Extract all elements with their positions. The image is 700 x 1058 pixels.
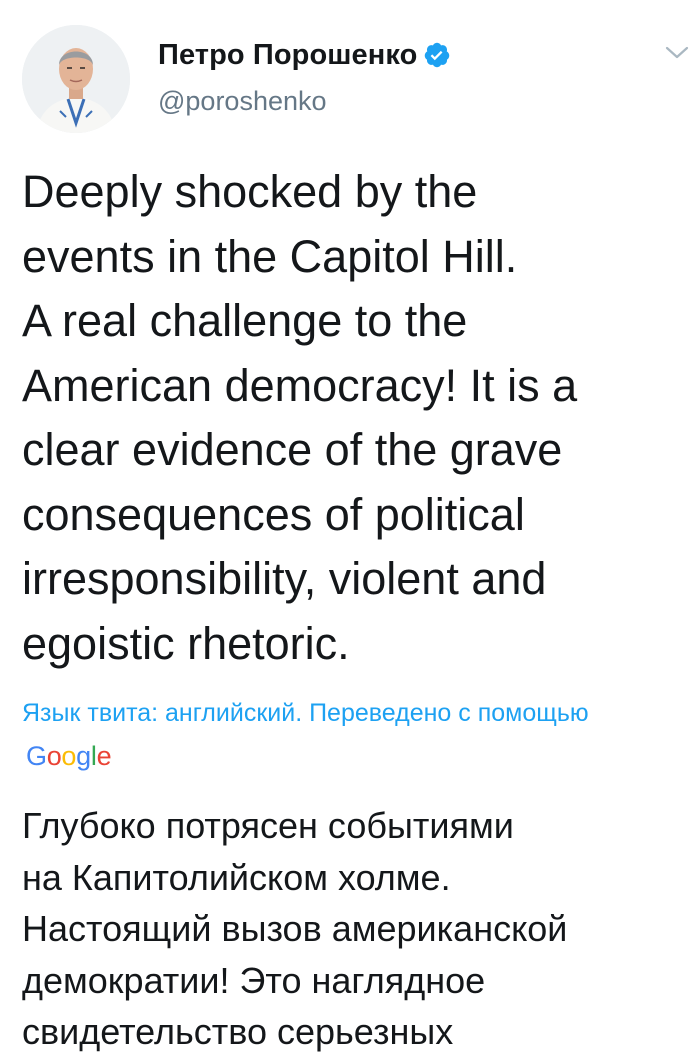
avatar[interactable] xyxy=(22,25,130,133)
author-name-row: Петро Порошенко xyxy=(158,38,451,72)
translation-note-text[interactable]: Язык твита: английский. Переведено с пом… xyxy=(22,699,589,727)
author-display-name[interactable]: Петро Порошенко xyxy=(158,39,417,72)
author-handle[interactable]: @poroshenko xyxy=(158,86,451,117)
chevron-down-icon[interactable] xyxy=(664,44,690,62)
avatar-image xyxy=(22,25,130,133)
google-logo: Google xyxy=(26,741,112,771)
verified-badge-icon xyxy=(423,41,451,69)
tweet-text: Deeply shocked by the events in the Capi… xyxy=(22,166,578,669)
translated-text: Глубоко потрясен событиями на Капитолийс… xyxy=(22,805,568,1052)
tweet-card: Петро Порошенко @poroshenko Deeply shock… xyxy=(0,0,700,1055)
translation-note: Язык твита: английский. Переведено с пом… xyxy=(22,692,662,779)
tweet-author: Петро Порошенко @poroshenko xyxy=(158,38,451,117)
google-logo-text: Google xyxy=(26,741,112,771)
